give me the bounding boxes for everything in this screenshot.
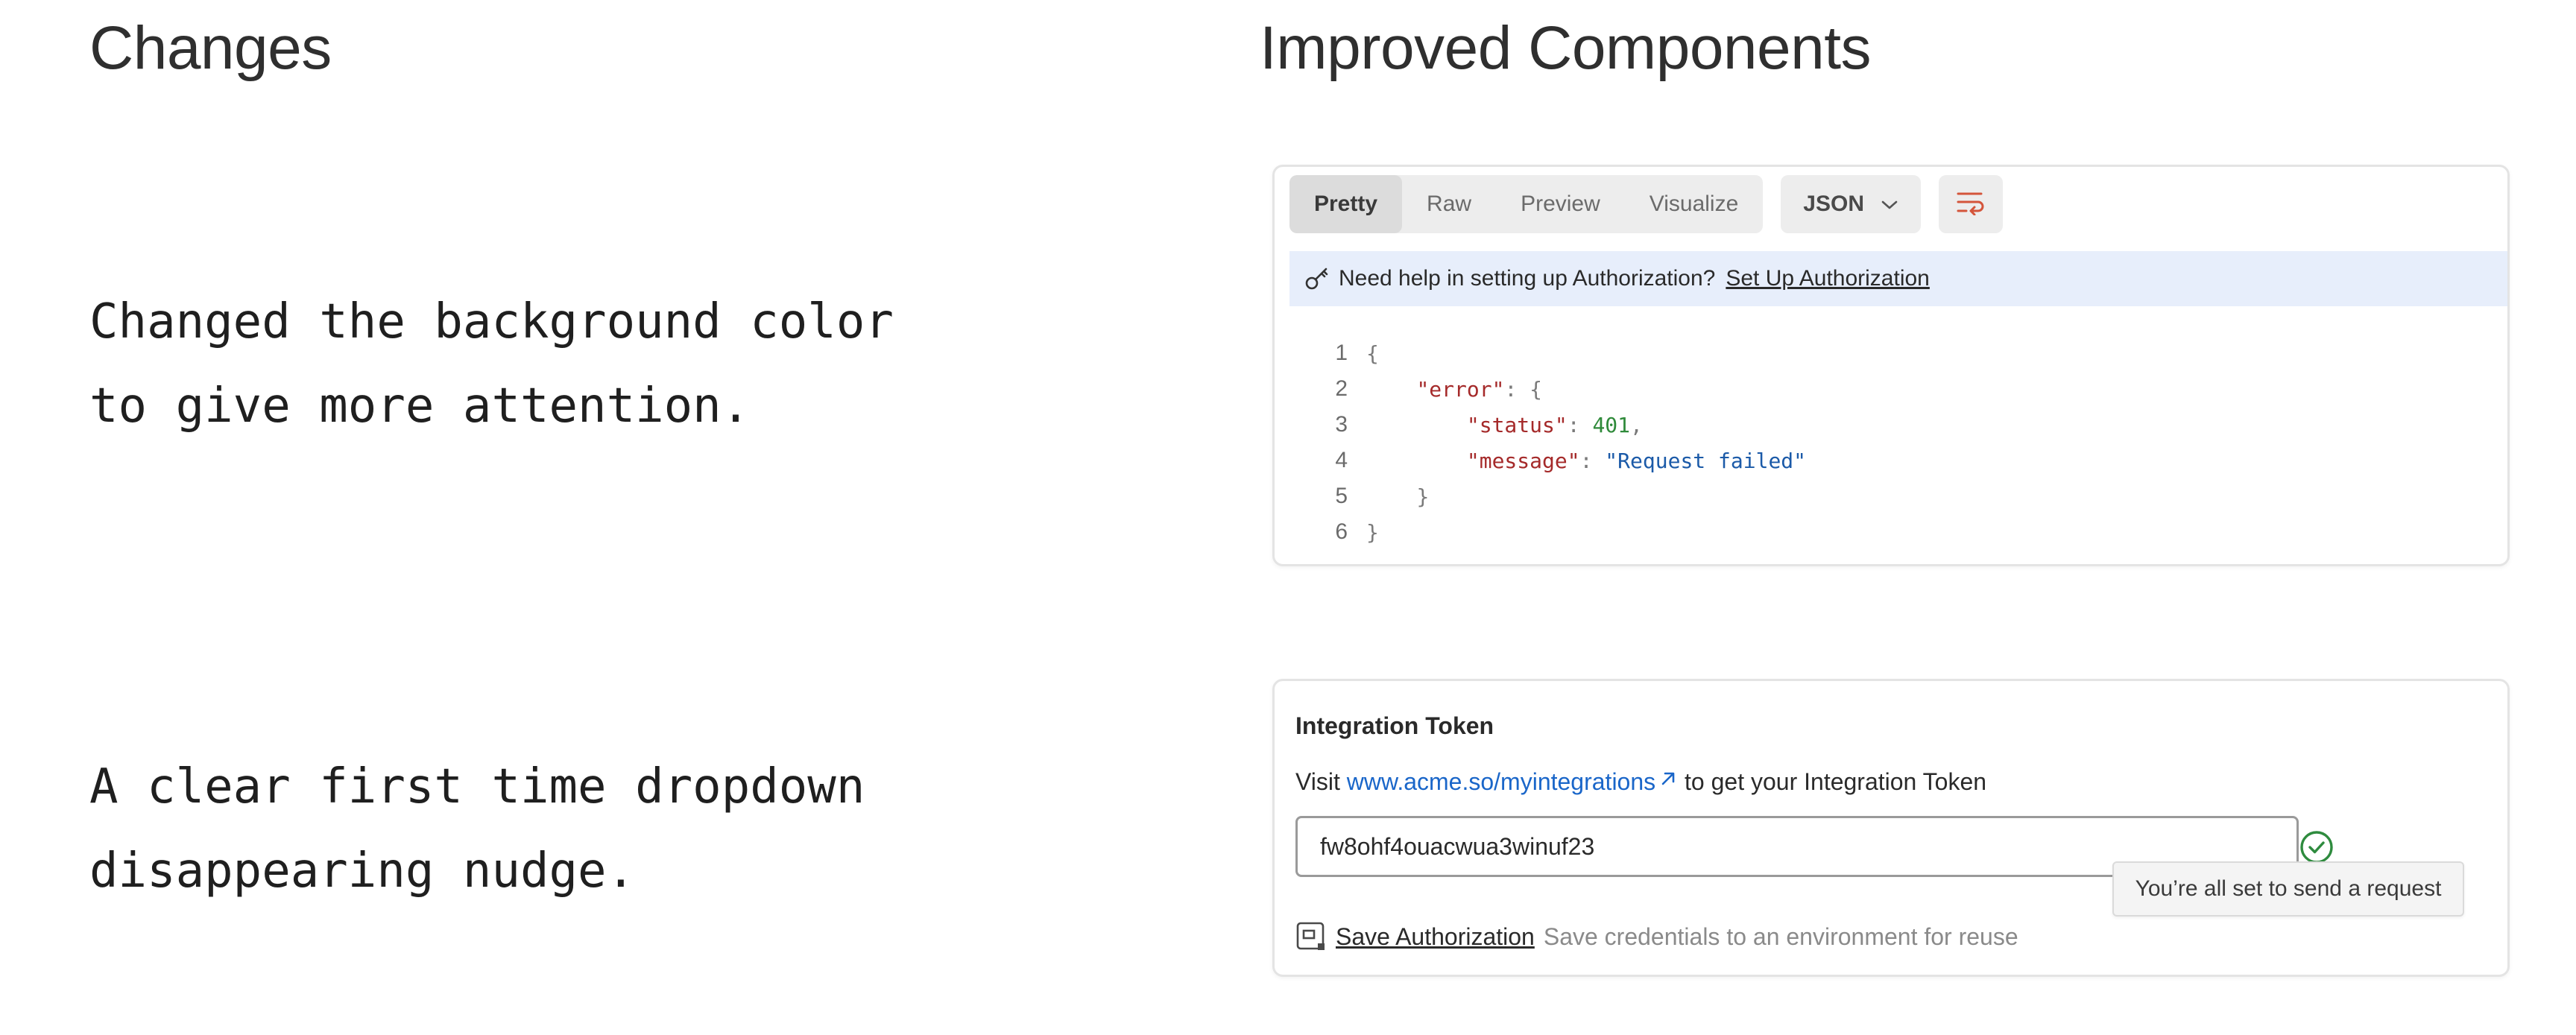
integration-token-card: Integration Token Visit www.acme.so/myin… [1272, 679, 2510, 977]
code-token: "Request failed" [1605, 448, 1807, 473]
code-line: 6 } [1312, 514, 1806, 550]
key-icon [1304, 266, 1330, 291]
integration-token-instructions: Visit www.acme.so/myintegrations to get … [1295, 768, 1986, 796]
tab-pretty[interactable]: Pretty [1289, 175, 1403, 233]
code-token: { [1530, 376, 1543, 402]
code-line: 3 "status": 401, [1312, 407, 1806, 443]
line-number: 4 [1335, 448, 1348, 472]
response-viewer-card: Pretty Raw Preview Visualize JSON Need h… [1272, 165, 2510, 566]
token-success-tooltip: You’re all set to send a request [2112, 861, 2464, 917]
line-number: 3 [1335, 412, 1348, 437]
code-token: } [1366, 519, 1379, 545]
changes-heading: Changes [89, 14, 332, 82]
wrap-lines-button[interactable] [1939, 175, 2003, 233]
view-mode-tabs: Pretty Raw Preview Visualize [1289, 175, 1764, 233]
authorization-help-banner: Need help in setting up Authorization? S… [1289, 251, 2507, 306]
save-authorization-icon [1295, 921, 1327, 952]
change-description-2: A clear first time dropdown disappearing… [89, 759, 865, 899]
tab-raw[interactable]: Raw [1402, 175, 1496, 233]
save-authorization-hint: Save credentials to an environment for r… [1543, 922, 2018, 950]
code-token: "status" [1466, 412, 1568, 437]
wrap-lines-icon [1956, 190, 1986, 219]
code-token: { [1366, 341, 1379, 366]
line-number: 2 [1335, 376, 1348, 401]
response-toolbar: Pretty Raw Preview Visualize JSON [1289, 175, 2003, 233]
token-value: fw8ohf4ouacwua3winuf23 [1320, 832, 1595, 860]
code-line: 4 "message": "Request failed" [1312, 443, 1806, 478]
change-description-1: Changed the background color to give mor… [89, 294, 894, 434]
improved-components-heading: Improved Components [1260, 14, 1872, 82]
external-link-icon [1655, 768, 1678, 795]
format-dropdown[interactable]: JSON [1781, 175, 1921, 233]
code-line: 2 "error": { [1312, 371, 1806, 407]
integration-token-title: Integration Token [1295, 712, 1494, 739]
line-number: 5 [1335, 484, 1348, 508]
code-line: 1 { [1312, 335, 1806, 371]
set-up-authorization-link[interactable]: Set Up Authorization [1726, 266, 1930, 291]
tab-visualize[interactable]: Visualize [1625, 175, 1764, 233]
code-token: } [1416, 484, 1430, 509]
code-token: "error" [1416, 376, 1505, 402]
banner-text: Need help in setting up Authorization? [1339, 266, 1716, 291]
visit-prefix: Visit [1295, 768, 1347, 795]
response-code-view: 1 { 2 "error": { 3 "status": 401, 4 "mes… [1312, 335, 1806, 550]
code-token: "message" [1466, 448, 1580, 473]
save-authorization-link[interactable]: Save Authorization [1336, 923, 1535, 951]
code-line: 5 } [1312, 478, 1806, 514]
line-number: 1 [1335, 341, 1348, 365]
tab-preview[interactable]: Preview [1496, 175, 1625, 233]
integrations-link[interactable]: www.acme.so/myintegrations [1347, 768, 1678, 795]
line-number: 6 [1335, 519, 1348, 544]
integrations-link-text: www.acme.so/myintegrations [1346, 768, 1656, 795]
format-label: JSON [1803, 192, 1864, 216]
visit-suffix: to get your Integration Token [1678, 768, 1987, 795]
chevron-down-icon [1881, 192, 1898, 217]
code-token: 401 [1592, 412, 1631, 437]
save-authorization-row: Save Authorization Save credentials to a… [1295, 918, 2018, 955]
